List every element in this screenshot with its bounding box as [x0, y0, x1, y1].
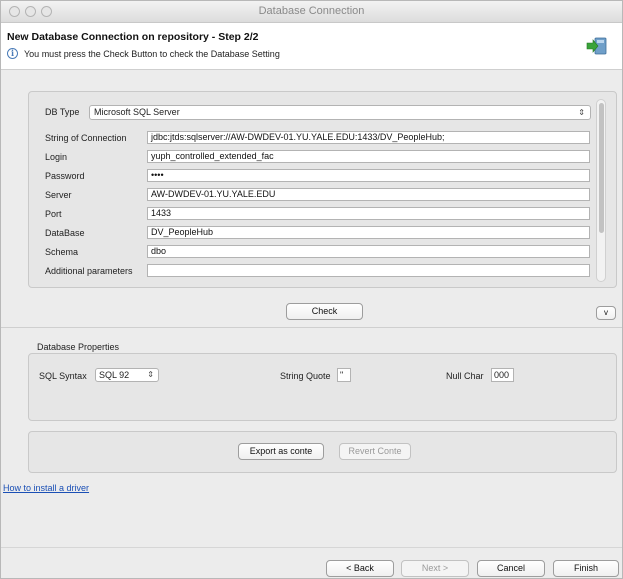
string-quote-field[interactable]: " [337, 368, 351, 382]
sql-syntax-value: SQL 92 [99, 370, 130, 380]
login-field[interactable]: yuph_controlled_extended_fac [147, 150, 590, 163]
title-bar: Database Connection [1, 1, 622, 23]
db-type-select[interactable]: Microsoft SQL Server ⇕ [89, 105, 591, 120]
finish-button[interactable]: Finish [553, 560, 619, 577]
back-button[interactable]: < Back [326, 560, 394, 577]
footer-divider [1, 547, 622, 548]
database-label: DataBase [45, 228, 85, 238]
export-group: Export as conte Revert Conte [28, 431, 617, 473]
install-driver-link[interactable]: How to install a driver [3, 483, 89, 493]
additional-parameters-row: Additional parameters [45, 266, 157, 276]
connection-string-field[interactable]: jdbc:jtds:sqlserver://AW-DWDEV-01.YU.YAL… [147, 131, 590, 144]
next-button[interactable]: Next > [401, 560, 469, 577]
cancel-button[interactable]: Cancel [477, 560, 545, 577]
wizard-message-text: You must press the Check Button to check… [24, 48, 280, 59]
server-field[interactable]: AW-DWDEV-01.YU.YALE.EDU [147, 188, 590, 201]
connection-string-label: String of Connection [45, 133, 127, 143]
login-label: Login [45, 152, 68, 162]
database-field[interactable]: DV_PeopleHub [147, 226, 590, 239]
window-title: Database Connection [258, 5, 365, 17]
login-row: Login [45, 152, 157, 162]
schema-label: Schema [45, 247, 79, 257]
database-connection-window: Database Connection New Database Connect… [0, 0, 623, 579]
password-label: Password [45, 171, 85, 181]
additional-parameters-field[interactable] [147, 264, 590, 277]
info-icon: i [7, 48, 18, 59]
export-as-context-button[interactable]: Export as conte [238, 443, 324, 460]
database-wizard-icon [586, 37, 607, 55]
string-quote-label: String Quote [280, 371, 331, 381]
database-properties-group: SQL Syntax SQL 92 ⇕ String Quote " Null … [28, 353, 617, 421]
updown-arrows-icon: ⇕ [578, 108, 585, 117]
wizard-step-title: New Database Connection on repository - … [7, 31, 259, 43]
scrollbar-thumb[interactable] [599, 103, 604, 233]
port-label: Port [45, 209, 62, 219]
check-button[interactable]: Check [286, 303, 363, 320]
sql-syntax-select[interactable]: SQL 92 ⇕ [95, 368, 159, 382]
port-row: Port [45, 209, 157, 219]
null-char-label: Null Char [446, 371, 484, 381]
schema-row: Schema [45, 247, 157, 257]
schema-field[interactable]: dbo [147, 245, 590, 258]
database-properties-label: Database Properties [37, 342, 120, 352]
sql-syntax-label: SQL Syntax [39, 371, 87, 381]
revert-context-button[interactable]: Revert Conte [339, 443, 411, 460]
null-char-field[interactable]: 000 [491, 368, 514, 382]
connection-string-row: String of Connection [45, 133, 157, 143]
connection-settings-group: DB Type Microsoft SQL Server ⇕ String of… [28, 91, 617, 288]
password-row: Password [45, 171, 157, 181]
db-type-value: Microsoft SQL Server [94, 107, 180, 117]
additional-parameters-label: Additional parameters [45, 266, 133, 276]
form-scrollbar[interactable] [596, 99, 606, 282]
database-row: DataBase [45, 228, 157, 238]
password-field[interactable]: •••• [147, 169, 590, 182]
wizard-message: i You must press the Check Button to che… [7, 48, 280, 59]
port-field[interactable]: 1433 [147, 207, 590, 220]
wizard-header: New Database Connection on repository - … [1, 23, 622, 70]
server-label: Server [45, 190, 72, 200]
section-divider [1, 327, 622, 328]
expand-toggle-button[interactable]: v [596, 306, 616, 320]
updown-arrows-icon: ⇕ [147, 370, 154, 379]
server-row: Server [45, 190, 157, 200]
